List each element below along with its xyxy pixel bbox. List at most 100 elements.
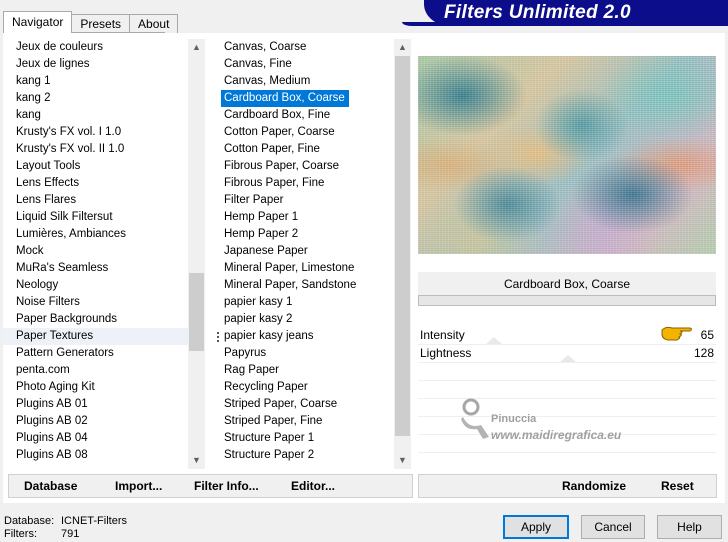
list-item[interactable]: Cotton Paper, Fine <box>211 141 394 158</box>
filter-info-button[interactable]: Filter Info... <box>194 475 259 497</box>
slider-track <box>418 380 716 381</box>
list-item[interactable]: Krusty's FX vol. II 1.0 <box>3 141 188 158</box>
list-item[interactable]: papier kasy jeans <box>211 328 394 345</box>
list-item-label: Liquid Silk Filtersut <box>16 211 113 223</box>
category-list[interactable]: Jeux de couleurs Jeux de lignes kang 1 kang… <box>3 39 205 469</box>
filter-list-items: Canvas, Coarse Canvas, Fine Canvas, Medium… <box>211 39 394 469</box>
list-item-label: Hemp Paper 1 <box>224 211 299 223</box>
status-value: 791 <box>61 528 80 540</box>
slider-label: Lightness <box>420 346 472 360</box>
list-item[interactable]: Canvas, Coarse <box>211 39 394 56</box>
list-item[interactable]: Structure Paper 2 <box>211 447 394 464</box>
list-item[interactable]: Mock <box>3 243 188 260</box>
scroll-thumb[interactable] <box>395 56 410 436</box>
list-item[interactable]: Canvas, Medium <box>211 73 394 90</box>
category-list-items: Jeux de couleurs Jeux de lignes kang 1 kang… <box>3 39 188 469</box>
filter-list[interactable]: Canvas, Coarse Canvas, Fine Canvas, Medium… <box>211 39 411 469</box>
editor-button[interactable]: Editor... <box>291 475 335 497</box>
scroll-up-icon[interactable]: ▲ <box>188 39 205 56</box>
slider-value: 128 <box>693 346 714 360</box>
list-item[interactable]: Fibrous Paper, Coarse <box>211 158 394 175</box>
list-item[interactable]: Pattern Generators <box>3 345 188 362</box>
scroll-thumb[interactable] <box>189 273 204 351</box>
list-item[interactable]: Jeux de couleurs <box>3 39 188 56</box>
list-item[interactable]: Plugins AB 02 <box>3 413 188 430</box>
list-item[interactable]: Fibrous Paper, Fine <box>211 175 394 192</box>
list-item[interactable]: Hemp Paper 2 <box>211 226 394 243</box>
list-item[interactable]: Paper Backgrounds <box>3 311 188 328</box>
list-item[interactable]: Japanese Paper <box>211 243 394 260</box>
list-item[interactable]: Lens Flares <box>3 192 188 209</box>
list-item[interactable]: Lumières, Ambiances <box>3 226 188 243</box>
list-item[interactable]: kang 2 <box>3 90 188 107</box>
list-item-label: Lens Flares <box>16 194 77 206</box>
list-item[interactable]: Jeux de lignes <box>3 56 188 73</box>
list-item-label: Cardboard Box, Coarse <box>221 90 349 107</box>
status-label: Database: <box>4 515 55 527</box>
list-item[interactable]: Cardboard Box, Coarse <box>211 90 394 107</box>
list-item[interactable]: Noise Filters <box>3 294 188 311</box>
list-item[interactable]: Rag Paper <box>211 362 394 379</box>
category-scrollbar[interactable]: ▲ ▼ <box>188 39 205 469</box>
list-item-label: Papyrus <box>224 347 267 359</box>
list-item[interactable]: papier kasy 2 <box>211 311 394 328</box>
list-item[interactable]: Plugins AB 04 <box>3 430 188 447</box>
watermark-logo-icon <box>461 398 489 439</box>
list-item[interactable]: Plugins AB 08 <box>3 447 188 464</box>
list-item[interactable]: Cotton Paper, Coarse <box>211 124 394 141</box>
list-item[interactable]: Structure Paper 1 <box>211 430 394 447</box>
list-item[interactable]: Papyrus <box>211 345 394 362</box>
list-item[interactable]: Striped Paper, Coarse <box>211 396 394 413</box>
slider-intensity[interactable]: Intensity 65 <box>418 326 716 344</box>
list-item[interactable]: kang 1 <box>3 73 188 90</box>
list-item[interactable]: Photo Aging Kit <box>3 379 188 396</box>
list-item[interactable]: Hemp Paper 1 <box>211 209 394 226</box>
filter-scrollbar[interactable]: ▲ ▼ <box>394 39 411 469</box>
list-item[interactable]: MuRa's Seamless <box>3 260 188 277</box>
list-item[interactable]: Mineral Paper, Sandstone <box>211 277 394 294</box>
tab-navigator[interactable]: Navigator <box>3 11 73 33</box>
list-item[interactable]: Paper Textures <box>3 328 188 345</box>
help-button[interactable]: Help <box>657 515 722 539</box>
list-item[interactable]: Filter Paper <box>211 192 394 209</box>
list-item[interactable]: Striped Paper, Fine <box>211 413 394 430</box>
list-item[interactable]: Liquid Silk Filtersut <box>3 209 188 226</box>
database-button[interactable]: Database <box>24 475 77 497</box>
cancel-button[interactable]: Cancel <box>581 515 645 539</box>
list-item-label: Mock <box>16 245 44 257</box>
slider-lightness[interactable]: Lightness 128 <box>418 344 716 362</box>
randomize-button[interactable]: Randomize <box>562 475 626 497</box>
tab-about[interactable]: About <box>129 14 179 33</box>
scroll-down-icon[interactable]: ▼ <box>188 452 205 469</box>
list-item[interactable]: Recycling Paper <box>211 379 394 396</box>
scroll-up-icon[interactable]: ▲ <box>394 39 411 56</box>
status-database: Database: ICNET-Filters <box>4 515 127 527</box>
list-item[interactable]: kang <box>3 107 188 124</box>
import-button[interactable]: Import... <box>115 475 162 497</box>
list-item[interactable]: Layout Tools <box>3 158 188 175</box>
list-item[interactable]: Krusty's FX vol. I 1.0 <box>3 124 188 141</box>
reset-button[interactable]: Reset <box>661 475 694 497</box>
list-item[interactable]: Lens Effects <box>3 175 188 192</box>
list-item[interactable]: Neology <box>3 277 188 294</box>
list-item[interactable]: penta.com <box>3 362 188 379</box>
list-item-label: Fibrous Paper, Coarse <box>224 160 340 172</box>
scroll-down-icon[interactable]: ▼ <box>394 452 411 469</box>
list-item[interactable]: Canvas, Fine <box>211 56 394 73</box>
list-item-label: Paper Backgrounds <box>16 313 118 325</box>
list-item[interactable]: Plugins AB 01 <box>3 396 188 413</box>
list-item-label: Krusty's FX vol. II 1.0 <box>16 143 125 155</box>
list-item-label: papier kasy jeans <box>224 330 314 342</box>
list-item-label: Lumières, Ambiances <box>16 228 126 240</box>
list-item-label: Recycling Paper <box>224 381 308 393</box>
apply-button[interactable]: Apply <box>503 515 569 539</box>
list-item-label: Hemp Paper 2 <box>224 228 299 240</box>
filter-preview-image <box>418 56 716 254</box>
list-item[interactable]: Mineral Paper, Limestone <box>211 260 394 277</box>
tab-presets[interactable]: Presets <box>71 14 131 33</box>
list-item[interactable]: Cardboard Box, Fine <box>211 107 394 124</box>
list-item[interactable]: papier kasy 1 <box>211 294 394 311</box>
list-item-label: Japanese Paper <box>224 245 308 257</box>
list-item-label: Krusty's FX vol. I 1.0 <box>16 126 122 138</box>
list-item-label: Plugins AB 04 <box>16 432 88 444</box>
